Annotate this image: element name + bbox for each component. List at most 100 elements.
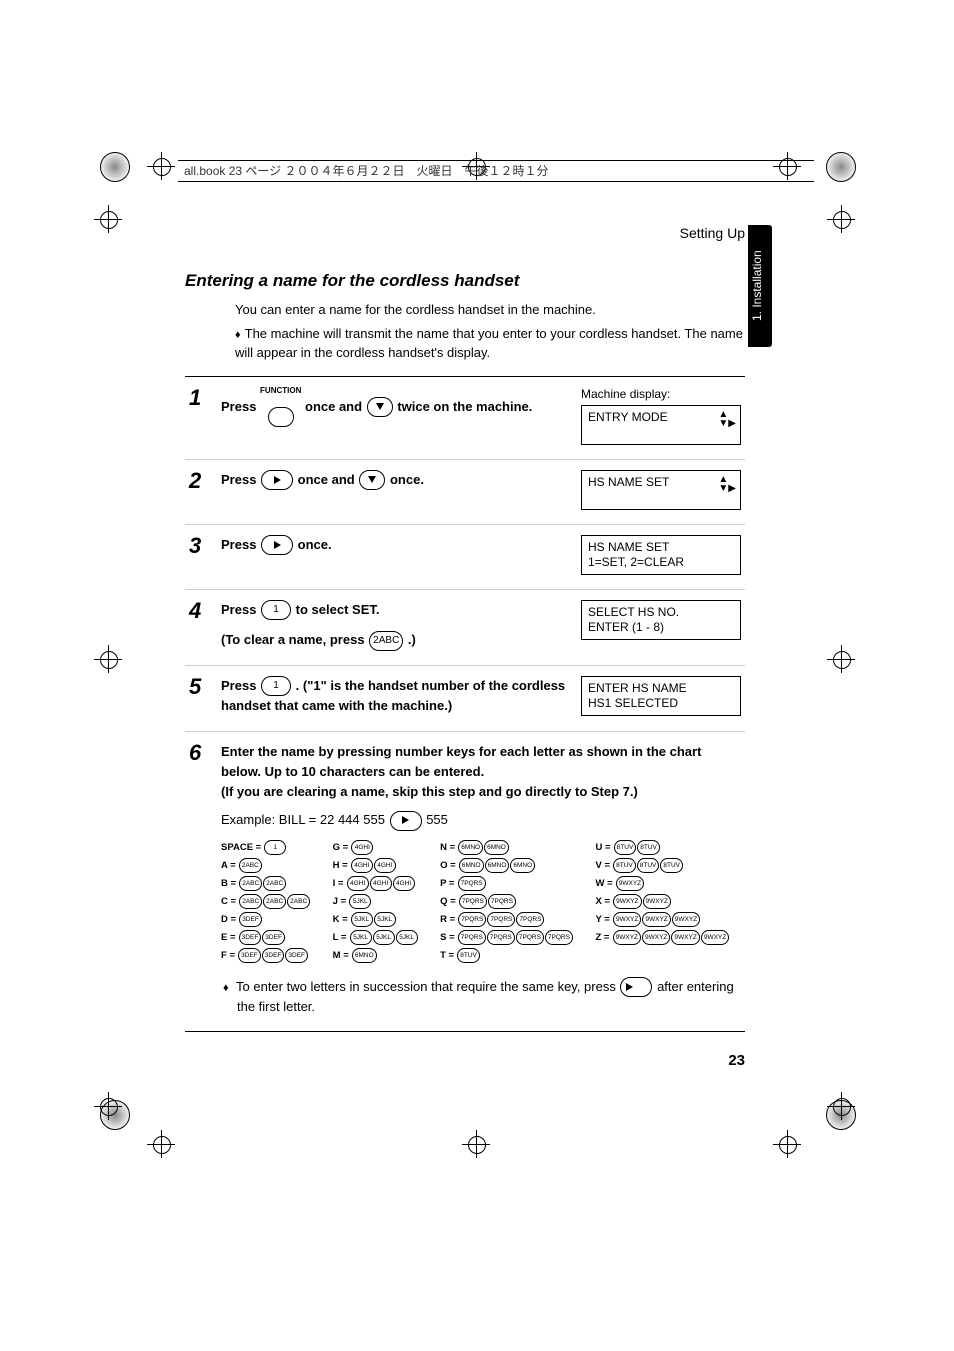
number-key-icon: 9WXYZ — [701, 930, 729, 945]
number-key-icon: 9WXYZ — [671, 930, 699, 945]
registration-mark — [100, 152, 130, 182]
chapter-tab: 1. Installation — [748, 225, 772, 347]
step-row: 1 Press FUNCTION once and twice on the m… — [185, 377, 745, 459]
number-key-icon: 3DEF — [239, 930, 262, 945]
lcd-display: ENTER HS NAME HS1 SELECTED — [581, 676, 741, 716]
number-key-icon: 2ABC — [263, 894, 286, 909]
number-key-icon: 7PQRS — [458, 912, 486, 927]
step-body: Press FUNCTION once and twice on the mac… — [221, 387, 571, 428]
number-key-icon: 9WXYZ — [613, 930, 641, 945]
chart-row: A = 2ABC — [221, 857, 311, 875]
chart-row: N = 6MNO6MNO — [440, 839, 573, 857]
number-key-icon: 8TUV — [660, 858, 683, 873]
number-key-icon: 9WXYZ — [642, 912, 670, 927]
number-key-icon: 4GHI — [374, 858, 396, 873]
chart-row: W = 9WXYZ — [595, 875, 729, 893]
chart-row: H = 4GHI4GHI — [333, 857, 418, 875]
number-key-icon: 7PQRS — [458, 930, 486, 945]
step-number: 5 — [189, 676, 211, 698]
number-key-icon: 7PQRS — [459, 894, 487, 909]
intro-bullet: ♦The machine will transmit the name that… — [235, 325, 745, 362]
number-key-icon: 9WXYZ — [642, 930, 670, 945]
number-key-icon: 2ABC — [263, 876, 286, 891]
crosshair-icon — [830, 1095, 852, 1117]
lcd-display: SELECT HS NO. ENTER (1 - 8) — [581, 600, 741, 640]
scroll-arrows-icon: ▲▼▶ — [718, 410, 736, 428]
steps-table: 1 Press FUNCTION once and twice on the m… — [185, 376, 745, 1032]
chart-row: U = 8TUV8TUV — [595, 839, 729, 857]
chart-row: F = 3DEF3DEF3DEF — [221, 947, 311, 965]
crosshair-icon — [465, 1133, 487, 1155]
number-key-icon: 4GHI — [347, 876, 369, 891]
number-key-icon: 7PQRS — [487, 912, 515, 927]
step-row: 2 Press once and once. HS NAME SET ▲▼▶ — [185, 459, 745, 524]
number-key-icon: 5JKL — [373, 930, 395, 945]
play-key-icon — [620, 977, 652, 997]
chart-row: T = 8TUV — [440, 947, 573, 965]
number-key-icon: 6MNO — [510, 858, 535, 873]
crosshair-icon — [97, 648, 119, 670]
chart-example: Example: BILL = 22 444 555 555 — [221, 810, 741, 831]
down-key-icon — [367, 397, 393, 417]
number-key-icon: 3DEF — [262, 930, 285, 945]
number-key-icon: 7PQRS — [487, 930, 515, 945]
crosshair-icon — [830, 208, 852, 230]
chart-row: E = 3DEF3DEF — [221, 929, 311, 947]
step-number: 4 — [189, 600, 211, 622]
number-key-icon: 8TUV — [637, 858, 660, 873]
play-key-icon — [390, 811, 422, 831]
step-body: Enter the name by pressing number keys f… — [221, 742, 741, 1017]
crosshair-icon — [150, 1133, 172, 1155]
step-body: Press once. — [221, 535, 571, 556]
number-key-icon: 5JKL — [351, 912, 373, 927]
chart-row: I = 4GHI4GHI4GHI — [333, 875, 418, 893]
number-key-icon: 9WXYZ — [643, 894, 671, 909]
number-key-icon: 7PQRS — [545, 930, 573, 945]
diamond-icon: ♦ — [223, 982, 229, 994]
chart-row: B = 2ABC2ABC — [221, 875, 311, 893]
chart-row: R = 7PQRS7PQRS7PQRS — [440, 911, 573, 929]
number-key-icon: 8TUV — [457, 948, 480, 963]
number-key-icon: 4GHI — [393, 876, 415, 891]
chart-row: Y = 9WXYZ9WXYZ9WXYZ — [595, 911, 729, 929]
crosshair-icon — [97, 208, 119, 230]
lcd-display: ENTRY MODE ▲▼▶ — [581, 405, 741, 445]
number-key-icon: 7PQRS — [488, 894, 516, 909]
number-key-icon: 3DEF — [262, 948, 285, 963]
crosshair-icon — [150, 155, 172, 177]
step-row: 6 Enter the name by pressing number keys… — [185, 731, 745, 1031]
one-key-icon: 1 — [261, 676, 291, 696]
step-body: Press once and once. — [221, 470, 571, 491]
chart-row: J = 5JKL — [333, 893, 418, 911]
step-number: 1 — [189, 387, 211, 409]
crosshair-icon — [830, 648, 852, 670]
step-number: 2 — [189, 470, 211, 492]
section-title: Entering a name for the cordless handset — [185, 271, 745, 291]
number-key-icon: 6MNO — [458, 840, 483, 855]
number-key-icon: 9WXYZ — [613, 912, 641, 927]
number-key-icon: 9WXYZ — [672, 912, 700, 927]
play-key-icon — [261, 470, 293, 490]
number-key-icon: 9WXYZ — [616, 876, 644, 891]
number-key-icon: 3DEF — [285, 948, 308, 963]
page-number: 23 — [185, 1052, 745, 1069]
step-row: 3 Press once. HS NAME SET 1=SET, 2=CLEAR — [185, 524, 745, 589]
intro-text: You can enter a name for the cordless ha… — [235, 301, 745, 319]
number-key-icon: 1 — [264, 840, 286, 855]
number-key-icon: 7PQRS — [516, 930, 544, 945]
chart-row: X = 9WXYZ9WXYZ — [595, 893, 729, 911]
number-key-icon: 7PQRS — [516, 912, 544, 927]
step-row: 5 Press 1 . ("1" is the handset number o… — [185, 665, 745, 731]
chart-row: G = 4GHI — [333, 839, 418, 857]
number-key-icon: 2ABC — [239, 894, 262, 909]
chart-row: V = 8TUV8TUV8TUV — [595, 857, 729, 875]
number-key-icon: 6MNO — [459, 858, 484, 873]
crosshair-icon — [776, 1133, 798, 1155]
number-key-icon: 5JKL — [374, 912, 396, 927]
chart-row: O = 6MNO6MNO6MNO — [440, 857, 573, 875]
step-row: 4 Press 1 to select SET. (To clear a nam… — [185, 589, 745, 665]
number-key-icon: 5JKL — [396, 930, 418, 945]
one-key-icon: 1 — [261, 600, 291, 620]
number-key-icon: 3DEF — [238, 948, 261, 963]
diamond-icon: ♦ — [235, 329, 241, 341]
